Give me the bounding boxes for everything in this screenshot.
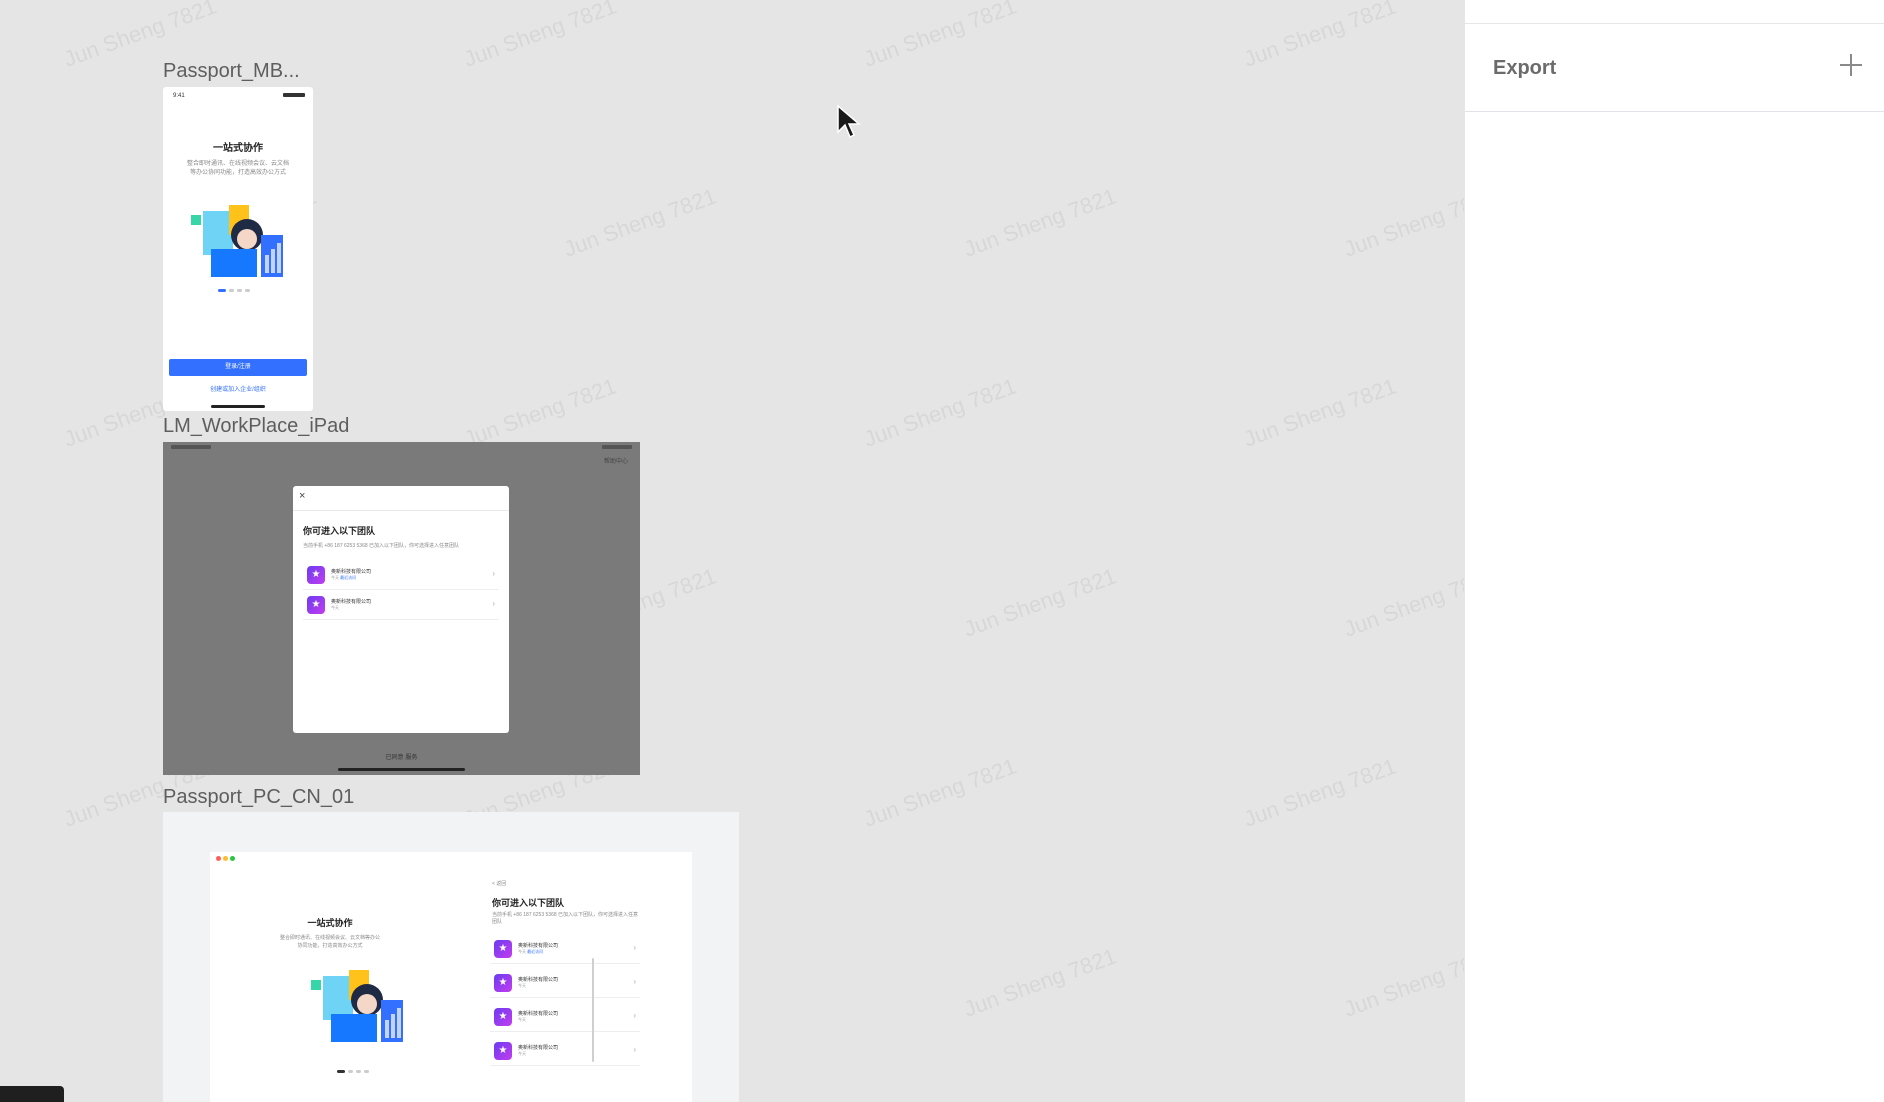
pc-title: 一站式协作 — [307, 918, 353, 928]
team-name: 奥新科技有限公司 — [331, 569, 372, 575]
watermark-text: Jun Sheng 7821 — [1240, 0, 1400, 72]
watermark-text: Jun Sheng 7821 — [860, 373, 1020, 452]
collaboration-illustration-icon — [191, 205, 283, 277]
chevron-right-icon: › — [492, 599, 495, 608]
watermark-text: Jun Sheng 7821 — [1340, 183, 1464, 262]
frame-passport-mb[interactable]: 9:41 一站式协作 整合即时通讯、在线视频会议、云文档等办公协同功能，打造高效… — [163, 87, 313, 411]
star-icon: ★ — [494, 974, 512, 992]
bottom-toolbar-tab[interactable] — [0, 1086, 64, 1102]
frame-label-passport-pc[interactable]: Passport_PC_CN_01 — [163, 786, 354, 809]
team-row[interactable]: ★ 奥新科技有限公司 今天 › — [490, 1036, 640, 1066]
home-indicator — [211, 405, 265, 408]
design-canvas[interactable]: Jun Sheng 7821 Jun Sheng 7821 Jun Sheng 78… — [0, 0, 1464, 1102]
team-name: 奥新科技有限公司 — [518, 1045, 559, 1051]
carousel-dots[interactable] — [218, 289, 258, 292]
mouse-cursor-icon — [837, 104, 862, 139]
properties-panel: Export — [1464, 0, 1884, 1102]
team-list-panel: < 返回 你可进入以下团队 当前手机 +86 187 6253 5368 已加入… — [486, 874, 666, 1102]
watermark-text: Jun Sheng 7821 — [560, 183, 720, 262]
status-time: 9:41 — [173, 93, 185, 99]
team-row[interactable]: ★ 奥新科技有限公司 今天 › — [490, 968, 640, 998]
team-list-title: 你可进入以下团队 — [492, 898, 565, 908]
status-left — [171, 445, 211, 449]
home-indicator — [338, 768, 465, 771]
team-row[interactable]: ★ 奥新科技有限公司 今天 最近访问 › — [490, 934, 640, 964]
star-icon: ★ — [494, 1042, 512, 1060]
watermark-text: Jun Sheng 7821 — [860, 753, 1020, 832]
frame-label-passport-mb[interactable]: Passport_MB... — [163, 60, 300, 83]
watermark-text: Jun Sheng 7821 — [960, 943, 1120, 1022]
team-meta: 今天 最近访问 — [331, 575, 357, 580]
help-center-link[interactable]: 帮助中心 — [604, 456, 628, 465]
carousel-dots[interactable] — [337, 1070, 377, 1073]
login-register-button[interactable]: 登录/注册 — [169, 359, 307, 376]
chevron-right-icon: › — [492, 569, 495, 578]
team-row[interactable]: ★ 奥新科技有限公司 今天 › — [303, 590, 499, 620]
export-section-header: Export — [1465, 24, 1884, 112]
chevron-right-icon: › — [633, 1045, 636, 1054]
pc-description: 整合即时通讯、在线视频会议、云文档等办公协同功能，打造高效办公方式 — [280, 935, 381, 949]
team-meta: 今天 — [331, 605, 339, 610]
team-row[interactable]: ★ 奥新科技有限公司 今天 最近访问 › — [303, 560, 499, 590]
back-link[interactable]: < 返回 — [492, 880, 506, 887]
team-meta: 今天 — [518, 1017, 526, 1022]
chevron-right-icon: › — [633, 1011, 636, 1020]
create-join-org-link[interactable]: 创建或加入企业/组织 — [163, 384, 313, 393]
watermark-text: Jun Sheng 7821 — [960, 183, 1120, 262]
team-name: 奥新科技有限公司 — [331, 599, 372, 605]
export-title: Export — [1493, 57, 1557, 79]
team-name: 奥新科技有限公司 — [518, 943, 559, 949]
star-icon: ★ — [494, 1008, 512, 1026]
collaboration-illustration-icon — [311, 970, 403, 1042]
frame-workplace-ipad[interactable]: 帮助中心 × 你可进入以下团队 当前手机 +86 187 6253 5368 已… — [163, 442, 640, 775]
watermark-text: Jun Sheng 7821 — [960, 563, 1120, 642]
recent-tag: 最近访问 — [340, 575, 357, 580]
watermark-text: Jun Sheng 7821 — [1240, 753, 1400, 832]
watermark-text: Jun Sheng 7821 — [460, 0, 620, 72]
pc-window: 一站式协作 整合即时通讯、在线视频会议、云文档等办公协同功能，打造高效办公方式 — [210, 852, 692, 1102]
team-select-modal: × 你可进入以下团队 当前手机 +86 187 6253 5368 已加入以下团… — [293, 486, 509, 733]
team-name: 奥新科技有限公司 — [518, 977, 559, 983]
mobile-description: 整合即时通讯、在线视频会议、云文档等办公协同功能，打造高效办公方式 — [186, 161, 289, 176]
star-icon: ★ — [307, 596, 325, 614]
team-meta: 今天 最近访问 — [518, 949, 544, 954]
window-maximize-dot[interactable] — [230, 856, 235, 861]
team-name: 奥新科技有限公司 — [518, 1011, 559, 1017]
status-icons — [602, 445, 632, 449]
frame-label-workplace-ipad[interactable]: LM_WorkPlace_iPad — [163, 415, 349, 438]
watermark-text: Jun Sheng 7821 — [1240, 373, 1400, 452]
modal-subtitle: 当前手机 +86 187 6253 5368 已加入以下团队，你可选择进入任意团… — [303, 543, 460, 549]
watermark-text: Jun Sheng 7821 — [1340, 943, 1464, 1022]
chevron-right-icon: › — [633, 977, 636, 986]
agreement-footer[interactable]: 已同意 服务 — [163, 752, 640, 761]
team-meta: 今天 — [518, 1051, 526, 1056]
close-icon[interactable]: × — [299, 490, 305, 502]
plus-icon[interactable] — [1836, 50, 1866, 80]
watermark-text: Jun Sheng 7821 — [460, 373, 620, 452]
watermark-text: Jun Sheng 7821 — [860, 0, 1020, 72]
watermark-text: Jun Sheng 7821 — [1340, 563, 1464, 642]
star-icon: ★ — [307, 566, 325, 584]
team-list-scrollbar[interactable] — [592, 958, 594, 1062]
recent-tag: 最近访问 — [527, 949, 544, 954]
star-icon: ★ — [494, 940, 512, 958]
window-minimize-dot[interactable] — [223, 856, 228, 861]
team-row[interactable]: ★ 奥新科技有限公司 今天 › — [490, 1002, 640, 1032]
team-list-subtitle: 当前手机 +86 187 6253 5368 已加入以下团队，你可选择进入任意团… — [492, 912, 639, 925]
mobile-title: 一站式协作 — [213, 143, 263, 154]
window-close-dot[interactable] — [216, 856, 221, 861]
divider — [293, 510, 509, 511]
team-meta: 今天 — [518, 983, 526, 988]
modal-title: 你可进入以下团队 — [303, 526, 376, 536]
status-icons — [283, 93, 305, 97]
chevron-right-icon: › — [633, 943, 636, 952]
frame-passport-pc[interactable]: 一站式协作 整合即时通讯、在线视频会议、云文档等办公协同功能，打造高效办公方式 — [163, 812, 739, 1102]
